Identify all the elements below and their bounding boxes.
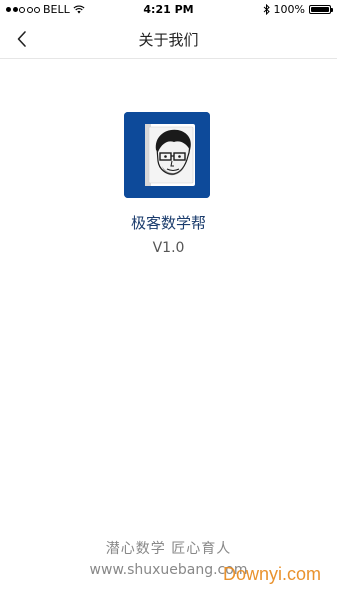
about-screen: BELL 4:21 PM 100% 关于我们 极客数学帮 V1.0 潜心数学 匠… bbox=[0, 0, 337, 600]
logo-icon bbox=[124, 112, 210, 198]
slogan: 潜心数学 匠心育人 bbox=[105, 541, 232, 557]
nav-bar: 关于我们 bbox=[0, 20, 337, 59]
battery-percent: 100% bbox=[273, 3, 305, 16]
watermark: Downyi.com bbox=[222, 564, 321, 584]
app-logo bbox=[124, 112, 210, 198]
app-name: 极客数学帮 bbox=[130, 214, 206, 232]
status-bar: BELL 4:21 PM 100% bbox=[0, 0, 337, 20]
page-title: 关于我们 bbox=[138, 31, 199, 49]
app-version: V1.0 bbox=[152, 240, 185, 256]
status-right: 100% bbox=[263, 3, 333, 16]
bluetooth-icon bbox=[263, 4, 270, 15]
battery-icon bbox=[309, 5, 333, 14]
